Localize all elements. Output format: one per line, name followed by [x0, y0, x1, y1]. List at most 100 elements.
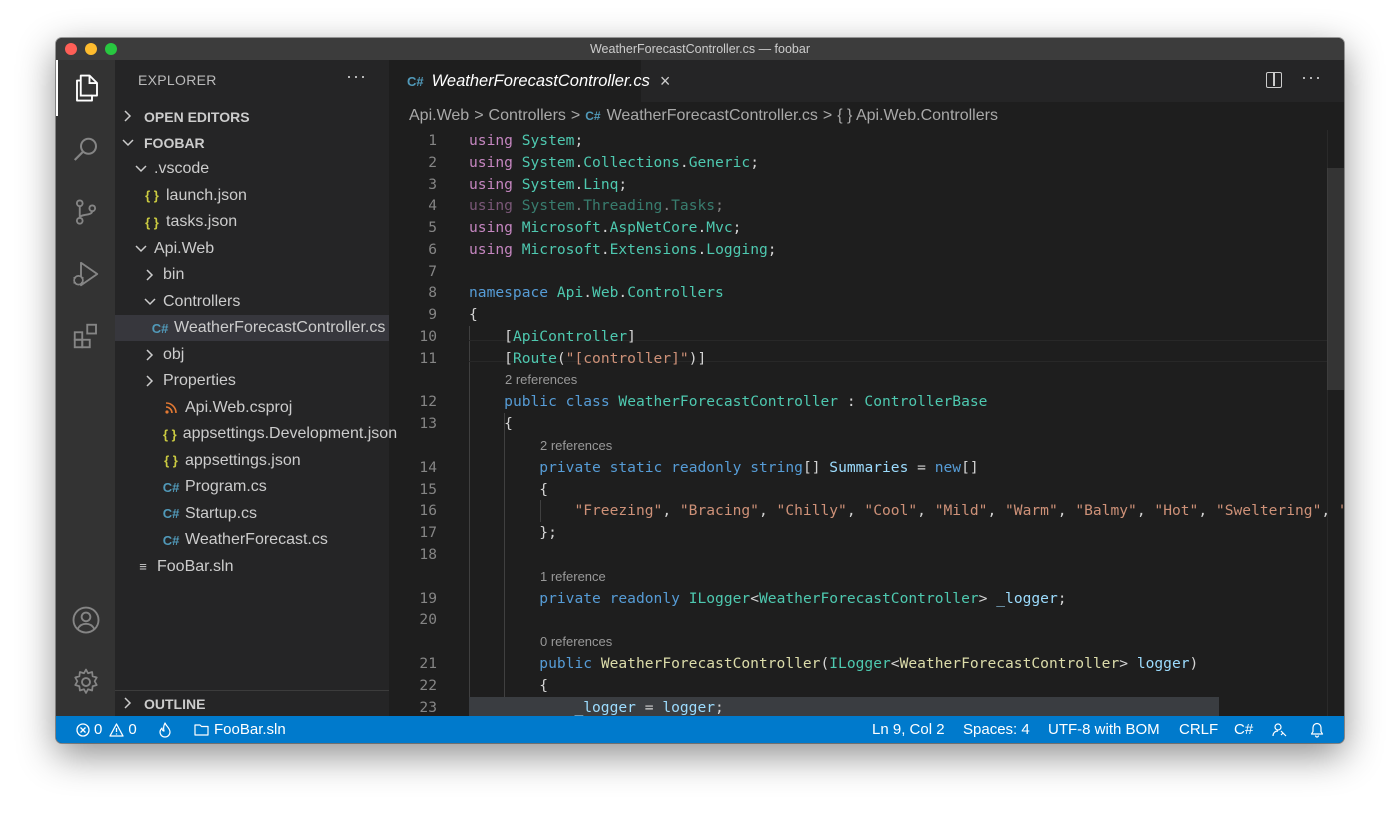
- outline-section[interactable]: OUTLINE: [115, 690, 389, 716]
- code-line[interactable]: [ApiController]: [469, 326, 636, 348]
- tree-item[interactable]: C# WeatherForecastController.cs: [115, 315, 389, 341]
- code-line[interactable]: private static readonly string[] Summari…: [469, 457, 978, 479]
- tree-item[interactable]: C# Startup.cs: [115, 501, 389, 527]
- breadcrumb-item[interactable]: Api.Web: [409, 107, 469, 125]
- tree-item[interactable]: bin: [115, 262, 389, 288]
- breadcrumb-separator: >: [474, 107, 484, 124]
- code-line[interactable]: using System;: [469, 130, 583, 152]
- line-number: 17: [419, 524, 437, 541]
- activity-explorer[interactable]: [56, 60, 115, 116]
- tree-item[interactable]: { } tasks.json: [115, 209, 389, 235]
- breadcrumb: Api.Web > Controllers > C# WeatherForeca…: [389, 102, 1344, 130]
- activity-run-debug[interactable]: [56, 246, 115, 302]
- code-line[interactable]: _logger = logger;: [469, 697, 723, 717]
- activity-source-control[interactable]: [56, 184, 115, 240]
- feedback-button[interactable]: [1272, 716, 1288, 743]
- code-line[interactable]: {: [469, 413, 513, 435]
- activity-extensions[interactable]: [56, 308, 115, 364]
- code-line[interactable]: public class WeatherForecastController :…: [469, 391, 987, 413]
- explorer-more-button[interactable]: ···: [346, 66, 367, 87]
- tree-item-label: .vscode: [154, 160, 210, 177]
- breadcrumb-item[interactable]: Controllers: [489, 107, 566, 125]
- language-mode[interactable]: C#: [1234, 716, 1253, 743]
- minimize-window-button[interactable]: [85, 43, 97, 55]
- tree-item[interactable]: { } appsettings.json: [115, 448, 389, 474]
- codelens-references[interactable]: 0 references: [540, 631, 612, 653]
- code-line[interactable]: private readonly ILogger<WeatherForecast…: [469, 588, 1066, 610]
- solution-indicator[interactable]: FooBar.sln: [194, 716, 286, 743]
- breadcrumb-item[interactable]: { } Api.Web.Controllers: [837, 107, 998, 125]
- indentation-indicator[interactable]: Spaces: 4: [963, 716, 1030, 743]
- outline-header[interactable]: OUTLINE: [115, 691, 389, 717]
- code-line[interactable]: using System.Linq;: [469, 174, 627, 196]
- tree-item[interactable]: .vscode: [115, 156, 389, 182]
- flame-status-button[interactable]: [158, 716, 172, 743]
- code-line[interactable]: namespace Api.Web.Controllers: [469, 282, 724, 304]
- tree-item[interactable]: Properties: [115, 368, 389, 394]
- csharp-file-icon: C#: [151, 320, 169, 336]
- chevron-down-icon: [144, 297, 156, 307]
- open-editors-section[interactable]: OPEN EDITORS: [115, 104, 389, 130]
- close-window-button[interactable]: [65, 43, 77, 55]
- split-editor-icon[interactable]: [1266, 72, 1282, 88]
- code-line[interactable]: public WeatherForecastController(ILogger…: [469, 653, 1198, 675]
- line-number: 8: [428, 284, 437, 302]
- code-line[interactable]: "Freezing", "Bracing", "Chilly", "Cool",…: [469, 500, 1344, 522]
- code-line[interactable]: using System.Threading.Tasks;: [469, 195, 724, 217]
- maximize-window-button[interactable]: [105, 43, 117, 55]
- tree-item-label: bin: [163, 266, 185, 283]
- activity-manage[interactable]: [56, 654, 115, 710]
- csharp-file-icon: C#: [162, 532, 180, 548]
- tree-item[interactable]: Api.Web: [115, 236, 389, 262]
- cursor-position[interactable]: Ln 9, Col 2: [872, 716, 945, 743]
- code-line[interactable]: {: [469, 304, 478, 326]
- code-line[interactable]: using Microsoft.AspNetCore.Mvc;: [469, 217, 741, 239]
- line-number: 15: [419, 480, 437, 498]
- workspace-root-section[interactable]: FOOBAR: [115, 130, 389, 156]
- activity-accounts[interactable]: [56, 592, 115, 648]
- editor-scrollbar-thumb[interactable]: [1327, 168, 1344, 390]
- code-editor[interactable]: 1 using System; 2 using System.Collections.…: [389, 130, 1344, 716]
- tree-item-label: Program.cs: [185, 478, 267, 495]
- activity-search[interactable]: [56, 122, 115, 178]
- encoding-indicator[interactable]: UTF-8 with BOM: [1048, 716, 1160, 743]
- chevron-down-icon: [135, 164, 147, 174]
- tree-item[interactable]: { } launch.json: [115, 183, 389, 209]
- chevron-right-icon: [122, 696, 134, 712]
- tree-item[interactable]: obj: [115, 342, 389, 368]
- close-tab-button[interactable]: ×: [660, 71, 671, 92]
- tree-item-label: WeatherForecastController.cs: [174, 319, 386, 336]
- code-line[interactable]: using System.Collections.Generic;: [469, 152, 759, 174]
- codelens-references[interactable]: 1 reference: [540, 566, 606, 588]
- line-number: 16: [419, 502, 437, 520]
- code-line[interactable]: {: [469, 479, 548, 501]
- editor-more-actions-button[interactable]: ···: [1301, 67, 1322, 88]
- tree-item[interactable]: ≡ FooBar.sln: [115, 554, 389, 580]
- tree-item[interactable]: Api.Web.csproj: [115, 395, 389, 421]
- extensions-icon: [73, 323, 97, 349]
- eol-indicator[interactable]: CRLF: [1179, 716, 1218, 743]
- json-file-icon: { }: [163, 426, 177, 442]
- line-number: 21: [419, 655, 437, 672]
- tree-item[interactable]: C# WeatherForecast.cs: [115, 527, 389, 553]
- codelens-references[interactable]: 2 references: [505, 369, 577, 391]
- tree-item[interactable]: Controllers: [115, 289, 389, 315]
- tab-weatherforecastcontroller[interactable]: C# WeatherForecastController.cs ×: [389, 60, 670, 102]
- notifications-button[interactable]: [1310, 716, 1324, 743]
- window-title: WeatherForecastController.cs — foobar: [589, 42, 810, 56]
- codelens-references[interactable]: 2 references: [540, 435, 612, 457]
- tree-item[interactable]: C# Program.cs: [115, 474, 389, 500]
- open-editors-label: OPEN EDITORS: [144, 109, 250, 125]
- line-number: 14: [419, 458, 437, 476]
- line-number: 7: [428, 262, 437, 280]
- code-line[interactable]: [Route("[controller]")]: [469, 348, 706, 370]
- search-icon: [73, 137, 97, 161]
- code-line[interactable]: {: [469, 675, 548, 697]
- activity-bar: [56, 60, 115, 716]
- error-count: 0: [94, 721, 103, 738]
- breadcrumb-item[interactable]: WeatherForecastController.cs: [607, 107, 818, 125]
- code-line[interactable]: };: [469, 522, 557, 544]
- tree-item[interactable]: { } appsettings.Development.json: [115, 421, 397, 447]
- code-line[interactable]: using Microsoft.Extensions.Logging;: [469, 239, 777, 261]
- problems-indicator[interactable]: 0 0: [76, 716, 137, 743]
